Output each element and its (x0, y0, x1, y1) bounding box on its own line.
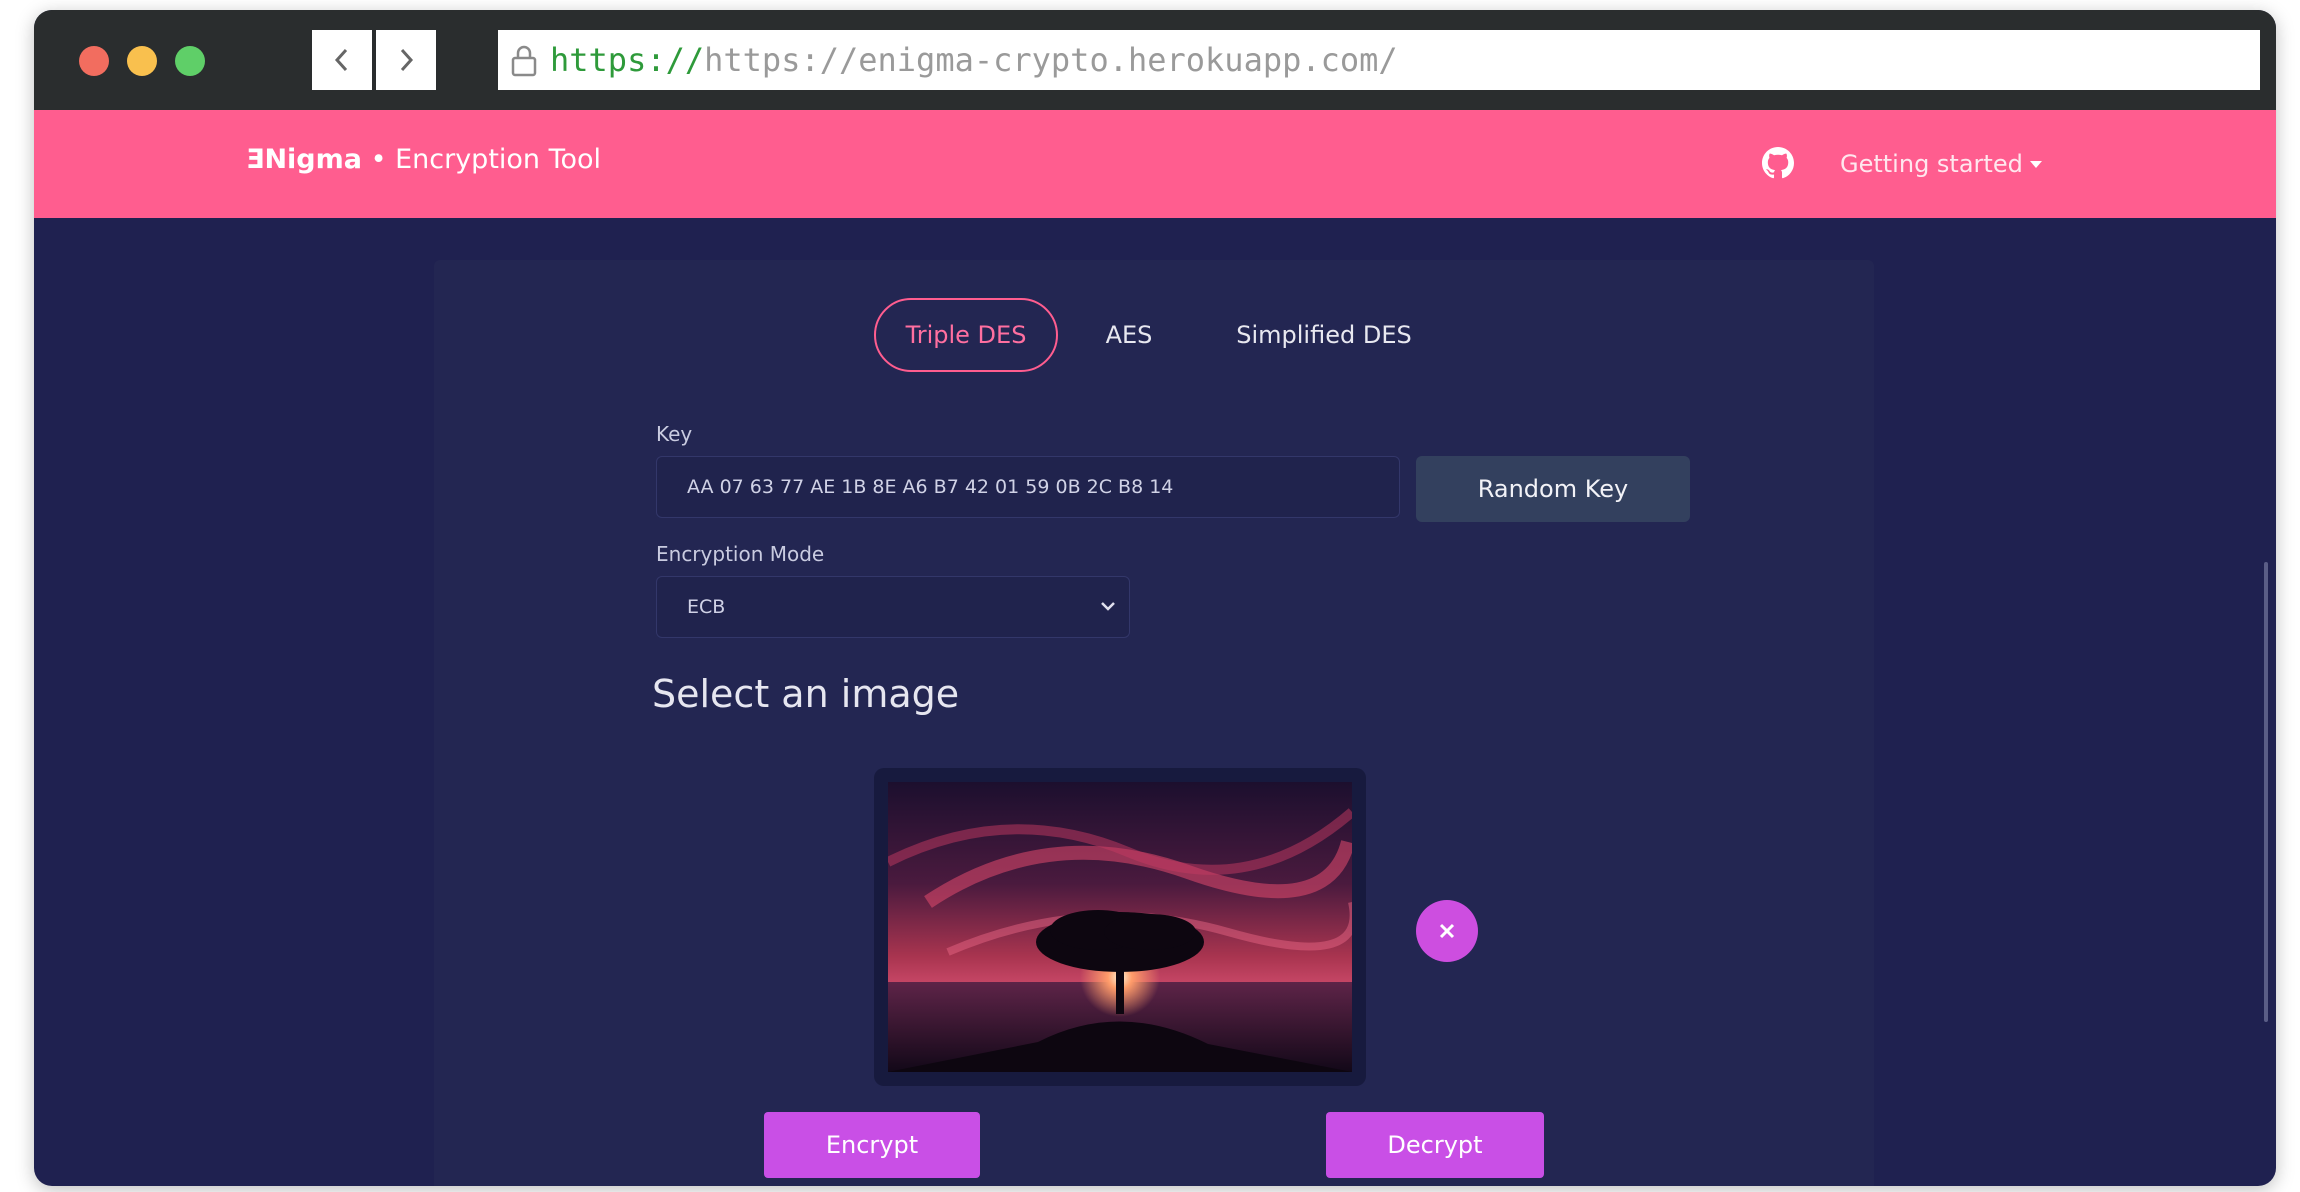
sunset-tree-image (888, 782, 1352, 1072)
minimize-window-button[interactable] (127, 46, 157, 76)
tab-aes[interactable]: AES (1084, 298, 1174, 372)
maximize-window-button[interactable] (175, 46, 205, 76)
page-scrollbar[interactable] (2264, 562, 2268, 1022)
github-icon[interactable] (1762, 147, 1794, 179)
encryption-mode-label: Encryption Mode (656, 542, 825, 566)
address-bar[interactable]: https:// https://enigma-crypto.herokuapp… (498, 30, 2260, 90)
app-header: ƎNigma • Encryption Tool Getting started (34, 110, 2276, 218)
browser-window: https:// https://enigma-crypto.herokuapp… (34, 10, 2276, 1186)
browser-chrome: https:// https://enigma-crypto.herokuapp… (34, 10, 2276, 110)
encryption-mode-value: ECB (687, 596, 726, 618)
brand-subtitle: Encryption Tool (395, 144, 602, 175)
encryption-panel: Triple DES AES Simplified DES Key AA 07 … (434, 260, 1874, 1186)
brand-separator: • (361, 144, 396, 175)
image-preview (874, 768, 1366, 1086)
tab-simplified-des[interactable]: Simplified DES (1214, 298, 1434, 372)
key-label: Key (656, 422, 693, 446)
brand[interactable]: ƎNigma • Encryption Tool (246, 144, 601, 175)
key-input[interactable]: AA 07 63 77 AE 1B 8E A6 B7 42 01 59 0B 2… (656, 456, 1400, 518)
chevron-down-icon (1101, 602, 1115, 611)
getting-started-label: Getting started (1840, 150, 2023, 178)
tab-triple-des[interactable]: Triple DES (874, 298, 1058, 372)
encryption-mode-select[interactable]: ECB (656, 576, 1130, 638)
back-button[interactable] (312, 30, 372, 90)
random-key-button[interactable]: Random Key (1416, 456, 1690, 522)
getting-started-dropdown[interactable]: Getting started (1840, 150, 2043, 178)
lock-icon (511, 45, 537, 77)
chevron-right-icon (400, 48, 414, 72)
close-icon (1439, 923, 1455, 939)
forward-button[interactable] (376, 30, 436, 90)
brand-logo: ƎNigma (246, 144, 362, 175)
url-scheme: https:// (550, 41, 705, 79)
close-window-button[interactable] (79, 46, 109, 76)
remove-image-button[interactable] (1416, 900, 1478, 962)
encrypt-button[interactable]: Encrypt (764, 1112, 980, 1178)
caret-down-icon (2029, 161, 2042, 168)
url-text: https://enigma-crypto.herokuapp.com/ (704, 41, 1398, 79)
decrypt-button[interactable]: Decrypt (1326, 1112, 1544, 1178)
chevron-left-icon (334, 48, 348, 72)
select-image-title: Select an image (652, 672, 960, 716)
